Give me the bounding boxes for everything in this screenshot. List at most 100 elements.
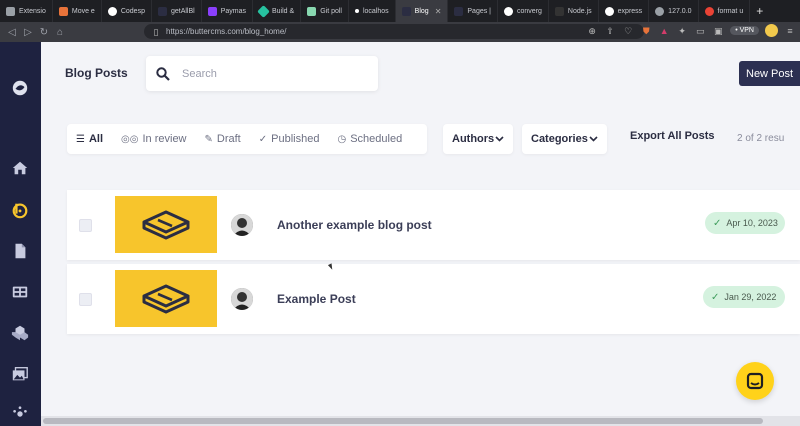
chat-icon [746,372,764,390]
home-icon[interactable]: ⌂ [52,27,68,38]
search-input[interactable] [182,67,352,80]
reload-icon[interactable]: ↻ [36,27,52,38]
results-count: 2 of 2 resu [737,133,785,144]
tab-scheduled[interactable]: ◷ Scheduled [328,124,411,154]
tab-in-review[interactable]: ◎◎ In review [112,124,195,154]
media-icon[interactable] [10,364,30,384]
scrollbar-thumb[interactable] [43,418,763,424]
row-checkbox[interactable] [79,293,92,306]
extensions-icon[interactable]: ✦ [676,25,688,37]
table-row[interactable]: Example Post ✓ Jan 29, 2022 [67,264,800,334]
tab-favicon-icon [58,6,68,16]
tab-published[interactable]: ✓ Published [250,124,329,154]
butter-logo-icon[interactable] [10,78,30,98]
tab-label: Move e [71,7,95,15]
sidebar-toggle-icon[interactable]: ▭ [694,25,706,37]
categories-dropdown[interactable]: Categories [522,124,607,154]
search-icon [156,66,170,81]
browser-tab[interactable]: Codesp [102,0,152,22]
tab-label: localhos [362,7,389,15]
categories-label: Categories [531,133,588,145]
authors-label: Authors [452,133,495,145]
tab-favicon-icon [401,6,411,16]
tab-label: Pages | [467,7,492,15]
browser-tab[interactable]: converg [498,0,549,22]
browser-toolbar-right: ⊕ ⇪ ♡ ⛊ ▲ ✦ ▭ ▣ • VPN ≡ [586,24,796,37]
tab-favicon-icon [354,9,359,13]
browser-tab[interactable]: Extensio [0,0,53,22]
horizontal-scrollbar[interactable] [41,416,800,426]
blog-icon[interactable] [10,200,30,220]
share-icon[interactable]: ⇪ [604,25,616,37]
back-icon[interactable]: ◁ [4,27,20,38]
list-icon: ☰ [76,133,85,145]
tab-label: Extensio [19,7,46,15]
components-icon[interactable] [10,323,30,343]
browser-tab[interactable]: Pages | [448,0,499,22]
main-content: Blog Posts New Post ☰All ◎◎In review ✎Dr… [41,42,800,426]
tab-label: Node.js [567,7,592,15]
tab-favicon-icon [257,4,270,18]
tab-all[interactable]: ☰ All [67,124,112,154]
status-badge: ✓ Jan 29, 2022 [703,286,785,308]
pages-icon[interactable] [10,241,30,261]
glasses-icon: ◎◎ [121,133,139,145]
tab-label: All [88,133,104,145]
browser-tab[interactable]: Git poll [301,0,349,22]
browser-tab[interactable]: express [599,0,650,22]
browser-tab-active[interactable]: Blog ✕ [395,0,449,22]
forward-icon[interactable]: ▷ [20,27,36,38]
browser-tab[interactable]: Node.js [549,0,599,22]
browser-toolbar: ◁ ▷ ↻ ⌂ ▯ https://buttercms.com/blog_hom… [0,22,800,42]
zoom-icon[interactable]: ⊕ [586,25,598,37]
collections-icon[interactable] [10,282,30,302]
new-tab-button[interactable]: + [750,4,769,18]
menu-icon[interactable]: ≡ [784,25,796,37]
status-badge: ✓ Apr 10, 2023 [705,212,785,234]
export-all-posts-link[interactable]: Export All Posts [630,130,715,142]
close-tab-icon[interactable]: ✕ [435,7,442,16]
check-icon: ✓ [711,291,720,303]
address-bar[interactable]: ▯ https://buttercms.com/blog_home/ [144,24,644,39]
vpn-button[interactable]: • VPN [730,26,759,35]
post-date: Jan 29, 2022 [724,292,777,302]
post-date: Apr 10, 2023 [726,218,778,228]
authors-dropdown[interactable]: Authors [443,124,513,154]
wallet-icon[interactable]: ▣ [712,25,724,37]
chat-launcher-button[interactable] [736,362,774,400]
home-icon[interactable] [10,158,30,178]
tab-draft[interactable]: ✎ Draft [196,124,250,154]
profile-avatar[interactable] [765,24,778,37]
row-checkbox[interactable] [79,219,92,232]
table-row[interactable]: Another example blog post ✓ Apr 10, 2023 [67,190,800,260]
settings-icon[interactable] [10,404,30,424]
post-title[interactable]: Another example blog post [277,218,432,232]
tab-label: 127.0.0 [668,7,692,15]
post-thumbnail [115,270,217,327]
bookmark-icon[interactable]: ♡ [622,25,634,37]
rewards-icon[interactable]: ▲ [658,25,670,37]
chevron-down-icon [589,136,598,142]
browser-tab[interactable]: getAllBl [152,0,202,22]
check-icon: ✓ [713,217,722,229]
browser-tabstrip: Extensio Move e Codesp getAllBl Paymas B… [0,0,800,22]
tab-label: Codesp [120,7,145,15]
tab-label: format u [717,7,744,15]
chevron-down-icon [495,136,504,142]
browser-tab[interactable]: format u [699,0,751,22]
brave-shield-icon[interactable]: ⛊ [640,25,652,37]
tab-label: Draft [216,133,241,145]
tab-label: getAllBl [170,7,195,15]
new-post-button[interactable]: New Post [739,61,800,86]
browser-tab[interactable]: Build & [253,0,302,22]
globe-icon [655,6,665,16]
tab-favicon-icon [454,6,464,16]
tab-label: Build & [272,7,295,15]
browser-tab[interactable]: Move e [53,0,102,22]
browser-tab[interactable]: Paymas [202,0,253,22]
browser-tab[interactable]: 127.0.0 [649,0,699,22]
post-title[interactable]: Example Post [277,292,356,306]
google-icon [704,6,714,16]
browser-tab[interactable]: localhos [349,0,396,22]
search-box[interactable] [146,56,378,91]
